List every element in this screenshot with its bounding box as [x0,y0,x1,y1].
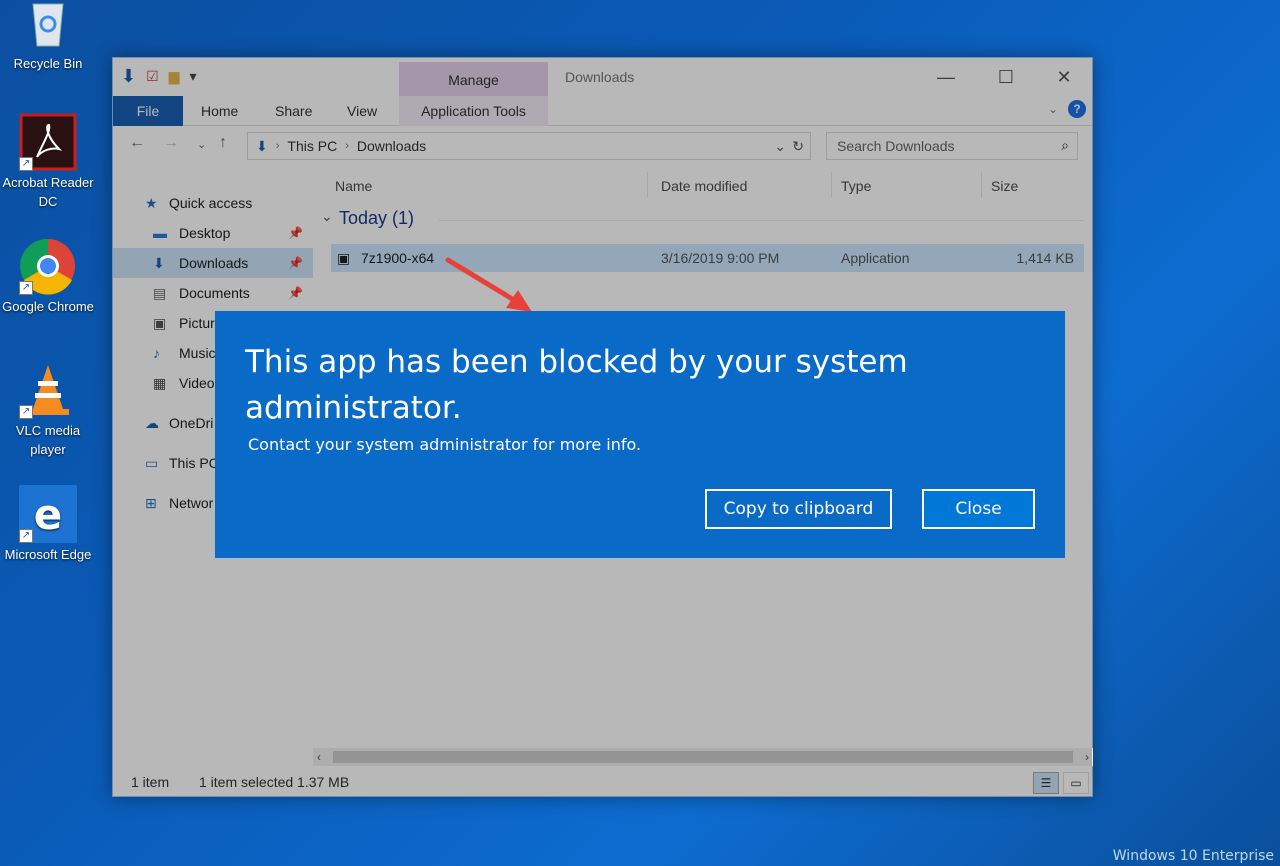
recycle-bin-icon [19,0,77,52]
acrobat-reader-icon: ↗ [19,113,77,171]
shortcut-arrow-icon: ↗ [19,157,33,171]
desktop-icon-chrome[interactable]: ↗ Google Chrome [0,237,96,316]
svg-text:e: e [34,490,63,539]
close-button[interactable]: Close [922,489,1035,529]
desktop-icon-label: Acrobat Reader DC [2,175,94,209]
desktop-icon-edge[interactable]: e ↗ Microsoft Edge [0,485,96,564]
desktop-icon-label: Microsoft Edge [4,547,92,562]
app-blocked-dialog: This app has been blocked by your system… [215,311,1065,558]
copy-to-clipboard-button[interactable]: Copy to clipboard [705,489,892,529]
desktop-icon-recycle-bin[interactable]: Recycle Bin [0,0,96,73]
windows-edition-watermark: Windows 10 Enterprise [1112,848,1274,864]
desktop-icon-label: Google Chrome [2,299,94,314]
desktop-icon-acrobat[interactable]: ↗ Acrobat Reader DC [0,113,96,211]
desktop-icon-label: Recycle Bin [13,56,83,71]
edge-icon: e ↗ [19,485,77,543]
vlc-cone-icon: ↗ [19,361,77,419]
chrome-icon: ↗ [19,237,77,295]
dialog-message: Contact your system administrator for mo… [248,435,642,454]
desktop-icon-vlc[interactable]: ↗ VLC media player [0,361,96,459]
shortcut-arrow-icon: ↗ [19,281,33,295]
shortcut-arrow-icon: ↗ [19,405,33,419]
dialog-title: This app has been blocked by your system… [245,344,908,426]
desktop-icon-label: VLC media player [15,423,81,457]
shortcut-arrow-icon: ↗ [19,529,33,543]
